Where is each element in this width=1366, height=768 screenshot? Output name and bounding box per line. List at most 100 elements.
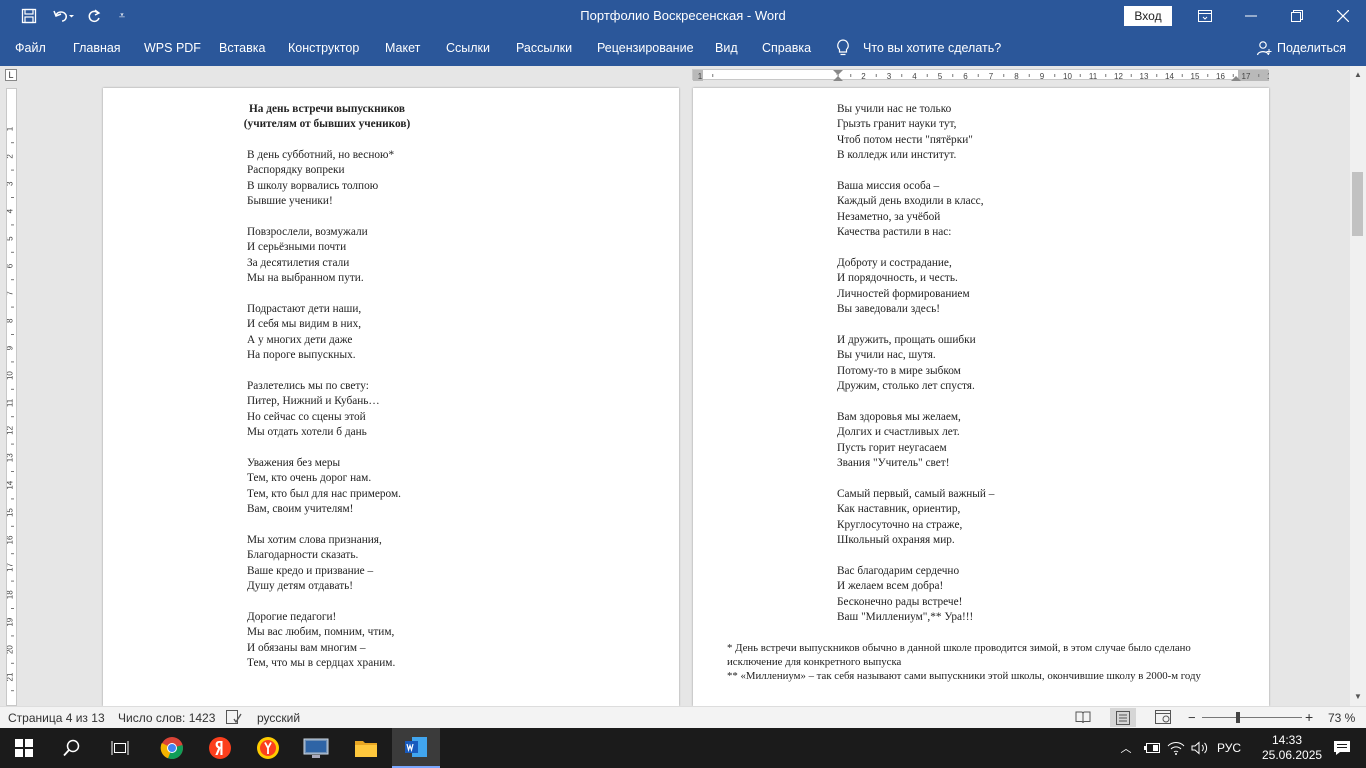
tab-home[interactable]: Главная [73, 41, 121, 55]
ruler-number: 13 [7, 453, 15, 462]
footnote-1: * День встречи выпускников обычно в данн… [727, 642, 1191, 668]
tray-chevron-up-icon[interactable]: ︿ [1112, 728, 1140, 768]
remote-desktop-icon[interactable] [292, 728, 340, 768]
ruler-number: 13 [1140, 72, 1149, 81]
zoom-slider[interactable] [1202, 717, 1302, 718]
poem-line: Мы на выбранном пути. [247, 272, 364, 285]
ruler-number: 1 [698, 72, 703, 81]
ruler-number: 2 [861, 72, 866, 81]
word-taskbar-icon[interactable] [392, 728, 440, 768]
zoom-out-icon[interactable]: − [1188, 710, 1196, 725]
ruler-number: 1 [7, 126, 15, 131]
poem-line: Дружим, столько лет спустя. [837, 380, 975, 393]
poem-line: И дружить, прощать ошибки [837, 334, 976, 346]
chrome-icon[interactable] [148, 728, 196, 768]
tab-references[interactable]: Ссылки [446, 41, 490, 55]
tab-wps-pdf[interactable]: WPS PDF [144, 41, 201, 55]
poem-line: Благодарности сказать. [247, 549, 359, 562]
ruler-number: 11 [1089, 72, 1098, 81]
poem-line: Подрастают дети наши, [247, 303, 362, 315]
poem-line: В колледж или институт. [837, 149, 957, 162]
tell-me-search[interactable]: Что вы хотите сделать? [863, 41, 1001, 55]
tab-design[interactable]: Конструктор [288, 41, 359, 55]
file-explorer-icon[interactable] [342, 728, 390, 768]
web-layout-icon[interactable] [1155, 710, 1171, 727]
ruler-number: 15 [1191, 72, 1200, 81]
poem-line: Личностей формированием [837, 287, 970, 300]
word-count[interactable]: Число слов: 1423 [118, 711, 215, 725]
clock-date: 25.06.2025 [1262, 748, 1323, 762]
close-button[interactable] [1320, 0, 1366, 32]
read-mode-icon[interactable] [1075, 710, 1091, 727]
wifi-icon[interactable] [1164, 728, 1188, 768]
ruler-number: 17 [7, 562, 15, 571]
language-indicator[interactable]: русский [257, 711, 300, 725]
ruler-number: 7 [989, 72, 994, 81]
tab-view[interactable]: Вид [715, 41, 738, 55]
notification-icon[interactable] [1318, 728, 1366, 768]
scroll-thumb[interactable] [1352, 172, 1363, 236]
poem-line: Как наставник, ориентир, [837, 503, 961, 516]
ruler-number: 3 [887, 72, 892, 81]
clock-time: 14:33 [1271, 733, 1303, 747]
minimize-button[interactable] [1228, 0, 1274, 32]
zoom-level[interactable]: 73 % [1328, 711, 1355, 725]
start-windows-icon[interactable] [0, 728, 48, 768]
proofing-icon[interactable] [226, 710, 242, 727]
ruler-number: 8 [7, 318, 15, 323]
restore-button[interactable] [1274, 0, 1320, 32]
vertical-ruler[interactable]: 123456789101112131415161718192021 [6, 88, 17, 706]
yandex-browser-icon[interactable] [196, 728, 244, 768]
scroll-down-icon[interactable]: ▼ [1350, 688, 1366, 704]
zoom-slider-thumb[interactable] [1236, 712, 1240, 723]
task-view-icon[interactable] [96, 728, 144, 768]
scroll-up-icon[interactable]: ▲ [1350, 66, 1366, 82]
ruler-number: 3 [7, 181, 15, 186]
ruler-number: 19 [7, 617, 15, 626]
poem-line: И себя мы видим в них, [247, 318, 362, 331]
ruler-number: 17 [1242, 72, 1251, 81]
battery-icon[interactable] [1140, 728, 1164, 768]
ruler-number: 14 [1165, 72, 1174, 81]
ruler-number: 15 [7, 508, 15, 517]
status-bar: Страница 4 из 13 Число слов: 1423 русски… [0, 706, 1366, 728]
poem-line: Бесконечно рады встрече! [837, 595, 963, 608]
horizontal-ruler[interactable]: 112345678910111213141516171819 [692, 69, 1269, 81]
document-page-1[interactable]: На день встречи выпускников (учителям от… [103, 88, 679, 706]
poem-line: А у многих дети даже [247, 333, 353, 346]
ruler-number: 9 [1040, 72, 1045, 81]
save-icon[interactable] [18, 0, 40, 32]
poem-line: И порядочность, и честь. [837, 272, 958, 285]
vertical-scrollbar[interactable]: ▲ ▼ [1350, 66, 1366, 706]
undo-icon[interactable] [48, 0, 78, 32]
customize-toolbar-icon[interactable]: ⩡ [114, 0, 130, 32]
search-icon[interactable] [48, 728, 96, 768]
share-button[interactable]: Поделиться [1256, 40, 1346, 56]
poem-line: И желаем всем добра! [837, 580, 944, 593]
lightbulb-icon[interactable] [836, 39, 850, 60]
tab-selector[interactable]: L [5, 69, 17, 81]
tab-file[interactable]: Файл [15, 41, 46, 55]
zoom-in-icon[interactable]: + [1305, 709, 1313, 725]
tab-insert[interactable]: Вставка [219, 41, 265, 55]
signin-button[interactable]: Вход [1124, 6, 1172, 26]
redo-icon[interactable] [84, 0, 104, 32]
tab-layout[interactable]: Макет [385, 41, 420, 55]
input-language[interactable]: РУС [1212, 728, 1246, 768]
poem-line: За десятилетия стали [247, 256, 350, 269]
yandex-app-icon[interactable] [244, 728, 292, 768]
poem-line: И обязаны вам многим – [247, 641, 366, 654]
poem-line: Долгих и счастливых лет. [837, 426, 960, 439]
poem-line: Распорядку вопреки [247, 164, 345, 177]
tab-mailings[interactable]: Рассылки [516, 41, 572, 55]
poem-line: Мы хотим слова признания, [247, 534, 382, 546]
print-layout-icon[interactable] [1110, 708, 1136, 727]
clock[interactable]: 14:33 25.06.2025 [1262, 733, 1323, 763]
tab-help[interactable]: Справка [762, 41, 811, 55]
document-page-2[interactable]: Вы учили нас не только Грызть гранит наук… [693, 88, 1269, 706]
poem-line: Уважения без меры [247, 457, 341, 469]
page-indicator[interactable]: Страница 4 из 13 [8, 711, 105, 725]
tab-review[interactable]: Рецензирование [597, 41, 694, 55]
volume-icon[interactable] [1188, 728, 1212, 768]
ribbon-display-options-icon[interactable] [1182, 0, 1228, 32]
